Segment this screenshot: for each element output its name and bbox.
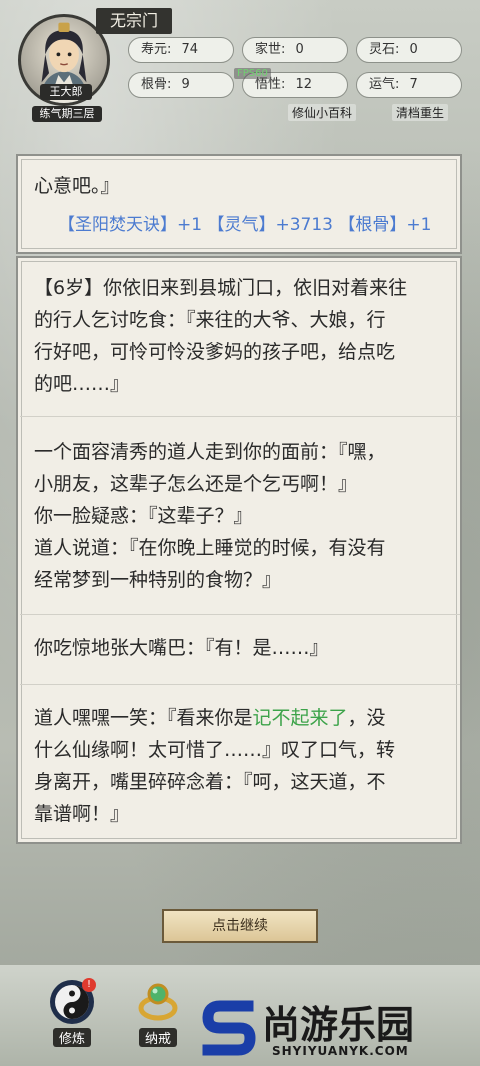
stat-bone: 根骨: 9 [128,72,234,98]
stat-label: 寿元: [141,42,172,57]
nav-label: 修炼 [52,1028,91,1047]
story-line: 【6岁】你依旧来到县城门口，依旧对着来往 [34,277,408,299]
story-line: 道人嘿嘿一笑：『看来你是记不起来了，没 [34,702,442,734]
stat-luck: 运气: 7 [356,72,462,98]
nav-label: 纳戒 [138,1028,177,1047]
watermark-url: SHYIYUANYK.COM [272,1044,409,1058]
story-text-part: ，没 [347,707,386,729]
divider [20,614,460,615]
player-rank: 练气期三层 [32,106,102,122]
player-name: 王大郎 [40,84,92,100]
stat-label: 悟性: [255,77,286,92]
story-paragraph: 【6岁】你依旧来到县城门口，依旧对着来往 的行人乞讨吃食：『来往的大爷、大娘，行… [34,272,442,400]
sect-name: 无宗门 [96,8,172,34]
nav-storage-ring[interactable]: 纳戒 [130,980,186,1050]
encyclopedia-link[interactable]: 修仙小百科 [288,104,357,121]
story-line: 道人说道：『在你晚上睡觉的时候，有没有 [34,537,386,559]
divider [20,416,460,417]
notification-badge: ! [82,978,96,992]
stat-value: 9 [181,77,190,92]
story-line: 行好吧，可怜可怜没爹妈的孩子吧，给点吃 [34,341,396,363]
story-text-part: 道人嘿嘿一笑：『看来你是 [34,707,253,729]
stat-label: 运气: [369,77,400,92]
story-paragraph: 你吃惊地张大嘴巴：『有！是……』 [34,632,442,664]
stat-value: 0 [295,42,304,57]
stat-family: 家世: 0 [242,37,348,63]
watermark-logo-icon [202,1000,256,1056]
previous-event-tail: 心意吧。』 [34,175,120,197]
nav-cultivate[interactable]: ! 修炼 [44,978,100,1050]
previous-event-panel [16,154,462,254]
watermark-title: 尚游乐园 [262,1003,415,1047]
stat-label: 灵石: [369,42,400,57]
highlight-text: 记不起来了 [252,707,348,729]
story-line: 一个面容清秀的道人走到你的面前：『嘿， [34,441,386,463]
reward-line: 【圣阳焚天诀】+1 【灵气】+3713 【根骨】+1 [58,215,432,235]
reset-link[interactable]: 清档重生 [392,104,449,121]
continue-button[interactable]: 点击继续 [162,909,318,943]
site-watermark: 尚游乐园 SHYIYUANYK.COM [200,994,480,1066]
story-line: 靠谱啊！』 [34,803,130,825]
story-line: 的行人乞讨吃食：『来往的大爷、大娘，行 [34,309,386,331]
fps-counter: FPS60 [234,68,271,79]
ring-icon [136,980,180,1024]
character-header: 王大郎 练气期三层 无宗门 寿元: 74 家世: 0 灵石: 0 根骨: 9 悟… [0,0,480,128]
story-line: 的吧……』 [34,373,130,395]
story-line: 你吃惊地张大嘴巴：『有！是……』 [34,637,329,659]
story-line: 身离开，嘴里碎碎念着：『呵，这天道，不 [34,771,386,793]
story-paragraph: 道人嘿嘿一笑：『看来你是记不起来了，没 什么仙缘啊！太可惜了……』叹了口气，转 … [34,702,442,830]
stat-value: 0 [409,42,418,57]
story-line: 小朋友，这辈子怎么还是个乞丐啊！』 [34,473,358,495]
stat-label: 根骨: [141,77,172,92]
stat-lifespan: 寿元: 74 [128,37,234,63]
stat-value: 12 [295,77,313,92]
story-line: 经常梦到一种特别的食物？』 [34,569,282,591]
stat-label: 家世: [255,42,286,57]
divider [20,684,460,685]
stat-value: 7 [409,77,418,92]
stat-value: 74 [181,42,199,57]
stat-spirit-stones: 灵石: 0 [356,37,462,63]
story-line: 什么仙缘啊！太可惜了……』叹了口气，转 [34,739,396,761]
story-line: 你一脸疑惑：『这辈子？』 [34,505,253,527]
story-paragraph: 一个面容清秀的道人走到你的面前：『嘿， 小朋友，这辈子怎么还是个乞丐啊！』 你一… [34,436,442,596]
